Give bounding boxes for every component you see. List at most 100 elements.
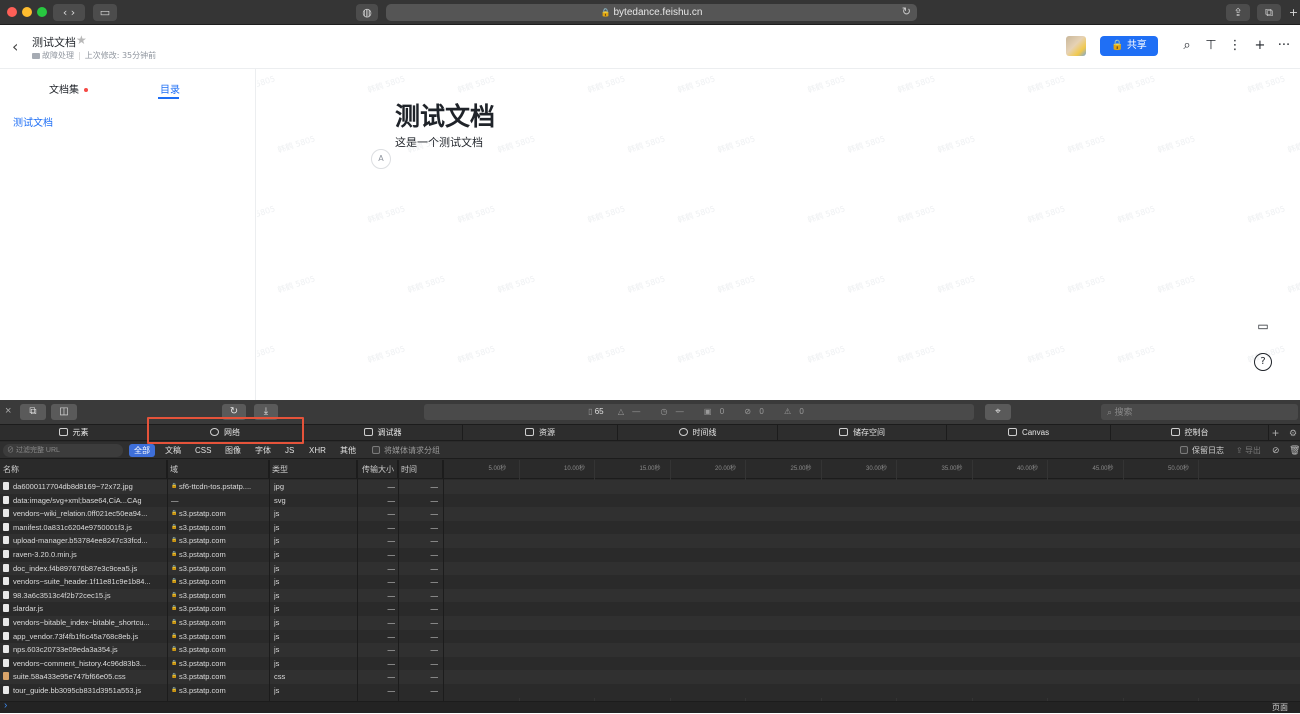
tab-resources[interactable]: 资源 — [463, 425, 618, 441]
watermark-text: 韩鹤 5805 — [626, 274, 667, 295]
filter-fonts[interactable]: 字体 — [250, 444, 276, 457]
table-row[interactable]: raven-3.20.0.min.js s3.pstatp.com js — — 🔒 — [0, 548, 1300, 562]
sidebar-toggle-icon[interactable]: ▭ — [93, 4, 117, 21]
secure-lock-icon: 🔒 — [171, 619, 178, 625]
table-row[interactable]: manifest.0a831c6204e9750001f3.js s3.pstat… — [0, 520, 1300, 535]
tab-console[interactable]: 控制台 — [1111, 425, 1269, 441]
table-row[interactable]: upload-manager.b53784ee8247c33fcd... s3.p… — [0, 534, 1300, 548]
table-row[interactable]: 98.3a6c3513c4f2b72cec15.js s3.pstatp.com j… — [0, 588, 1300, 603]
request-size: — — [387, 577, 396, 587]
back-forward-buttons[interactable]: ‹ › — [53, 4, 85, 21]
settings-gear-icon[interactable]: ⚙ — [1289, 425, 1297, 441]
table-row[interactable]: data:image/svg+xml;base64,CiA...CAg — svg —… — [0, 493, 1300, 508]
minimize-window-button[interactable] — [22, 7, 32, 17]
filter-documents[interactable]: 文稿 — [160, 444, 186, 457]
detach-icon[interactable]: ⧉ — [20, 404, 46, 420]
tab-elements[interactable]: 元素 — [0, 425, 148, 441]
filter-all[interactable]: 全部 — [129, 444, 155, 457]
table-row[interactable]: vendors~suite_header.1f11e81c9e1b84... s3… — [0, 575, 1300, 589]
inspector-tabs: 元素 网络 调试器 资源 时间线 储存空间 Canvas 控制台 + ⚙ — [0, 425, 1300, 441]
element-picker-icon[interactable]: ⌖ — [985, 404, 1011, 420]
console-prompt-bar[interactable]: › 页面 — [0, 700, 1300, 714]
reload-page-icon[interactable]: ↻ — [222, 404, 246, 420]
file-icon — [3, 550, 9, 558]
timeline-tick-label: 30.00秒 — [866, 466, 888, 472]
dock-side-icon[interactable]: ◫ — [51, 404, 77, 420]
column-type[interactable]: 类型 — [269, 460, 357, 479]
tab-docset[interactable]: 文档集 — [49, 81, 88, 96]
tab-debugger[interactable]: 调试器 — [303, 425, 463, 441]
zoom-window-button[interactable] — [37, 7, 47, 17]
tab-network[interactable]: 网络 — [148, 425, 303, 441]
url-filter-input[interactable]: ⊘ 过滤完整 URL — [3, 444, 123, 457]
reload-icon[interactable]: ↻ — [902, 4, 911, 21]
table-row[interactable]: nps.603c20733e09eda3a354.js s3.pstatp.com… — [0, 643, 1300, 657]
document-body[interactable]: 韩鹤 5805 韩鹤 5805 韩鹤 5805 韩鹤 5805 韩鹤 5805 韩鹤 58… — [257, 69, 1300, 400]
more-icon[interactable]: ··· — [1276, 38, 1292, 54]
filter-js[interactable]: JS — [280, 444, 299, 457]
share-button[interactable]: 🔒 共享 — [1100, 36, 1158, 56]
filter-css[interactable]: CSS — [190, 444, 216, 457]
clear-log-icon[interactable]: 🗑 — [1289, 444, 1300, 457]
filter-other[interactable]: 其他 — [335, 444, 361, 457]
preserve-log-checkbox[interactable]: 保留日志 — [1180, 444, 1224, 457]
table-row[interactable]: da6000117704db8d8169~72x72.jpg sf6-ttcdn-… — [0, 480, 1300, 494]
tab-toc[interactable]: 目录 — [160, 81, 180, 96]
avatar[interactable] — [1066, 36, 1086, 56]
issues-count[interactable]: ⚠ 0 — [784, 407, 810, 416]
request-type: js — [274, 590, 280, 600]
table-row[interactable]: tour_guide.bb3095cb831d3951a553.js s3.pst… — [0, 684, 1300, 698]
export-button[interactable]: ⇪ 导出 — [1236, 444, 1261, 457]
group-media-checkbox[interactable]: 将媒体请求分组 — [372, 444, 440, 457]
add-tab-icon[interactable]: + — [1272, 425, 1279, 441]
warnings-count[interactable]: ⊘ 0 — [744, 407, 769, 416]
request-time: — — [430, 672, 439, 682]
filter-xhr[interactable]: XHR — [304, 444, 331, 457]
column-name[interactable]: 名称 — [0, 460, 167, 479]
present-icon[interactable]: ⊤ — [1203, 38, 1219, 54]
close-window-button[interactable] — [7, 7, 17, 17]
share-icon[interactable]: ⇪ — [1226, 4, 1250, 21]
new-tab-icon[interactable]: + — [1287, 4, 1300, 21]
execution-context[interactable]: 页面 — [1272, 702, 1288, 714]
outline-icon[interactable]: ⋮ — [1227, 38, 1243, 54]
table-row[interactable]: app_vendor.73f4fb1f6c45a768c8eb.js s3.pst… — [0, 629, 1300, 644]
table-row[interactable]: vendors~wiki_relation.0ff021ec50ea94... s… — [0, 507, 1300, 521]
toc-item[interactable]: 测试文档 — [13, 114, 53, 129]
close-inspector-icon[interactable]: × — [5, 405, 11, 417]
help-icon[interactable]: ? — [1254, 353, 1272, 371]
block-handle-icon[interactable]: A — [371, 149, 391, 169]
table-row[interactable]: doc_index.f4b897676b87e3c9cea5.js s3.psta… — [0, 561, 1300, 576]
tabs-overview-icon[interactable]: ⧉ — [1257, 4, 1281, 21]
comment-icon[interactable]: ▭ — [1254, 317, 1272, 335]
column-domain[interactable]: 域 — [167, 460, 269, 479]
search-icon[interactable]: ⌕ — [1179, 38, 1195, 54]
table-row[interactable]: slardar.js s3.pstatp.com js — — 🔒 — [0, 602, 1300, 616]
inspector-search[interactable]: ⌕ 搜索 — [1101, 404, 1298, 420]
request-size: — — [387, 672, 396, 682]
column-transfer-size[interactable]: 传输大小 — [357, 460, 398, 479]
document-paragraph[interactable]: 这是一个测试文档 — [395, 134, 483, 150]
table-row[interactable]: vendors~comment_history.4c96d83b3... s3.p… — [0, 656, 1300, 671]
folder-name[interactable]: 故障处理 — [42, 51, 74, 60]
tab-timelines[interactable]: 时间线 — [618, 425, 778, 441]
star-icon[interactable]: ★ — [76, 33, 87, 47]
canvas-icon — [1007, 428, 1017, 436]
column-time[interactable]: 时间 — [398, 460, 443, 479]
document-heading[interactable]: 测试文档 — [395, 97, 495, 133]
errors-count[interactable]: ▣ 0 — [704, 407, 730, 416]
download-icon[interactable]: ⤓ — [254, 404, 278, 420]
secure-lock-icon: 🔒 — [171, 483, 178, 489]
tab-canvas[interactable]: Canvas — [947, 425, 1111, 441]
back-icon[interactable]: ‹ — [12, 37, 18, 56]
privacy-report-icon[interactable]: ◍ — [356, 4, 378, 21]
request-name: doc_index.f4b897676b87e3c9cea5.js — [13, 563, 138, 573]
filter-images[interactable]: 图像 — [220, 444, 246, 457]
request-domain: s3.pstatp.com — [179, 672, 226, 682]
table-row[interactable]: suite.58a433e95e747bf66e05.css s3.pstatp.… — [0, 670, 1300, 684]
disable-cache-icon[interactable]: ⊘ — [1272, 444, 1280, 457]
table-row[interactable]: vendors~bitable_index~bitable_shortcu...… — [0, 616, 1300, 630]
add-icon[interactable]: + — [1252, 38, 1268, 54]
tab-storage[interactable]: 储存空间 — [778, 425, 947, 441]
address-bar[interactable]: 🔒 bytedance.feishu.cn ↻ — [386, 4, 917, 21]
